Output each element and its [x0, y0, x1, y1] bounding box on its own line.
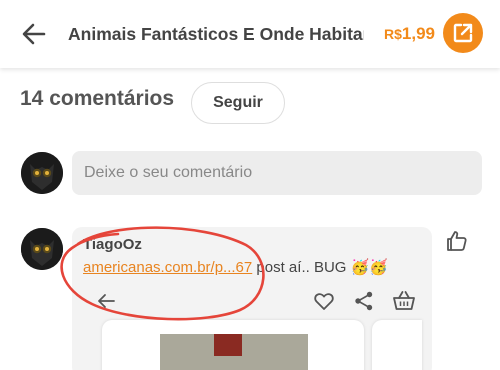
arrow-left-icon [98, 294, 115, 308]
owl-avatar-icon [21, 228, 63, 270]
share-icon [355, 291, 373, 311]
comment-text: americanas.com.br/p...67 post aí.. BUG 🥳… [83, 258, 388, 278]
price-label: R$1,99 [384, 22, 435, 46]
external-link-icon [453, 23, 473, 43]
comment-input[interactable]: Deixe o seu comentário [72, 151, 482, 195]
product-card-next[interactable] [372, 320, 422, 370]
share-button[interactable] [353, 290, 375, 312]
comment-link[interactable]: americanas.com.br/p...67 [83, 259, 252, 276]
top-bar: Animais Fantásticos E Onde Habitam R$1,9… [0, 0, 500, 68]
arrow-left-icon [22, 23, 46, 45]
price-value: 1,99 [401, 24, 435, 43]
avatar [21, 152, 63, 194]
avatar [21, 228, 63, 270]
cart-button[interactable] [392, 289, 416, 313]
comments-count: 14 comentários [20, 87, 175, 110]
comment-body: post aí.. BUG [252, 259, 351, 276]
follow-button[interactable]: Seguir [191, 82, 285, 124]
cart-icon [393, 291, 415, 310]
owl-avatar-icon [21, 152, 63, 194]
page-title: Animais Fantásticos E Onde Habitam [68, 24, 364, 44]
comment-author: TiagoOz [83, 236, 142, 253]
open-external-button[interactable] [443, 13, 483, 53]
book-cover-detail [214, 334, 242, 356]
price-currency: R$ [384, 26, 402, 42]
link-preview-toolbar [83, 286, 423, 316]
comment-emojis: 🥳🥳 [350, 259, 388, 276]
back-button[interactable] [20, 20, 48, 48]
thumbs-up-icon [447, 231, 467, 251]
product-image [160, 334, 308, 370]
favorite-button[interactable] [313, 290, 335, 312]
heart-icon [314, 293, 334, 310]
like-button[interactable] [445, 229, 469, 253]
preview-back-button[interactable] [95, 290, 117, 312]
